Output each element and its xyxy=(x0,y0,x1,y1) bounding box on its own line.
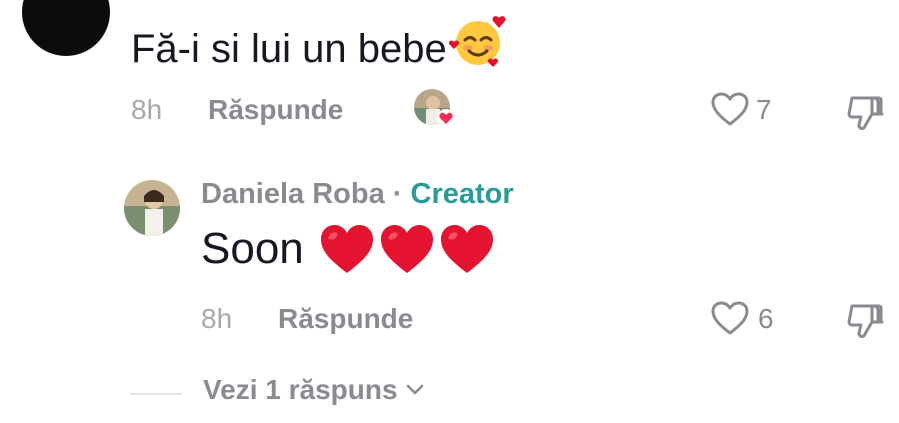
red-heart-icon xyxy=(380,225,433,273)
reply-comment: Soon xyxy=(201,220,496,278)
commenter-avatar[interactable] xyxy=(22,0,110,56)
view-replies-divider xyxy=(130,393,182,395)
top-comment-reply-button[interactable]: Răspunde xyxy=(208,94,343,126)
dislike-icon[interactable] xyxy=(846,300,886,345)
red-heart-icon xyxy=(440,225,493,273)
top-comment-time: 8h xyxy=(131,94,163,125)
reply-like-count: 6 xyxy=(758,303,774,334)
reply-reply-button[interactable]: Răspunde xyxy=(278,303,413,335)
reply-comment-text: Soon xyxy=(201,224,304,273)
reply-header: Daniela Roba · Creator xyxy=(201,176,514,212)
like-heart-icon[interactable] xyxy=(710,91,750,132)
red-hearts xyxy=(318,223,496,275)
dislike-icon[interactable] xyxy=(846,92,886,137)
creator-badge: Creator xyxy=(410,178,514,210)
reply-separator: · xyxy=(392,178,403,210)
reply-author-avatar[interactable] xyxy=(124,180,180,236)
like-heart-icon[interactable] xyxy=(710,300,750,341)
top-comment-like-count: 7 xyxy=(756,94,772,125)
heart-badge-icon xyxy=(437,109,455,127)
view-replies-button[interactable]: Vezi 1 răspuns xyxy=(203,374,424,406)
chevron-down-icon xyxy=(406,384,423,395)
top-comment-text: Fă-i si lui un bebe xyxy=(131,26,447,71)
red-heart-icon xyxy=(320,225,373,273)
view-replies-label: Vezi 1 răspuns xyxy=(203,374,398,405)
smiling-face-with-hearts-icon xyxy=(448,12,507,85)
creator-liked-avatar xyxy=(413,88,455,127)
reply-author-name[interactable]: Daniela Roba xyxy=(201,178,385,210)
top-comment: Fă-i si lui un bebe xyxy=(131,12,507,85)
reply-time: 8h xyxy=(201,303,233,334)
